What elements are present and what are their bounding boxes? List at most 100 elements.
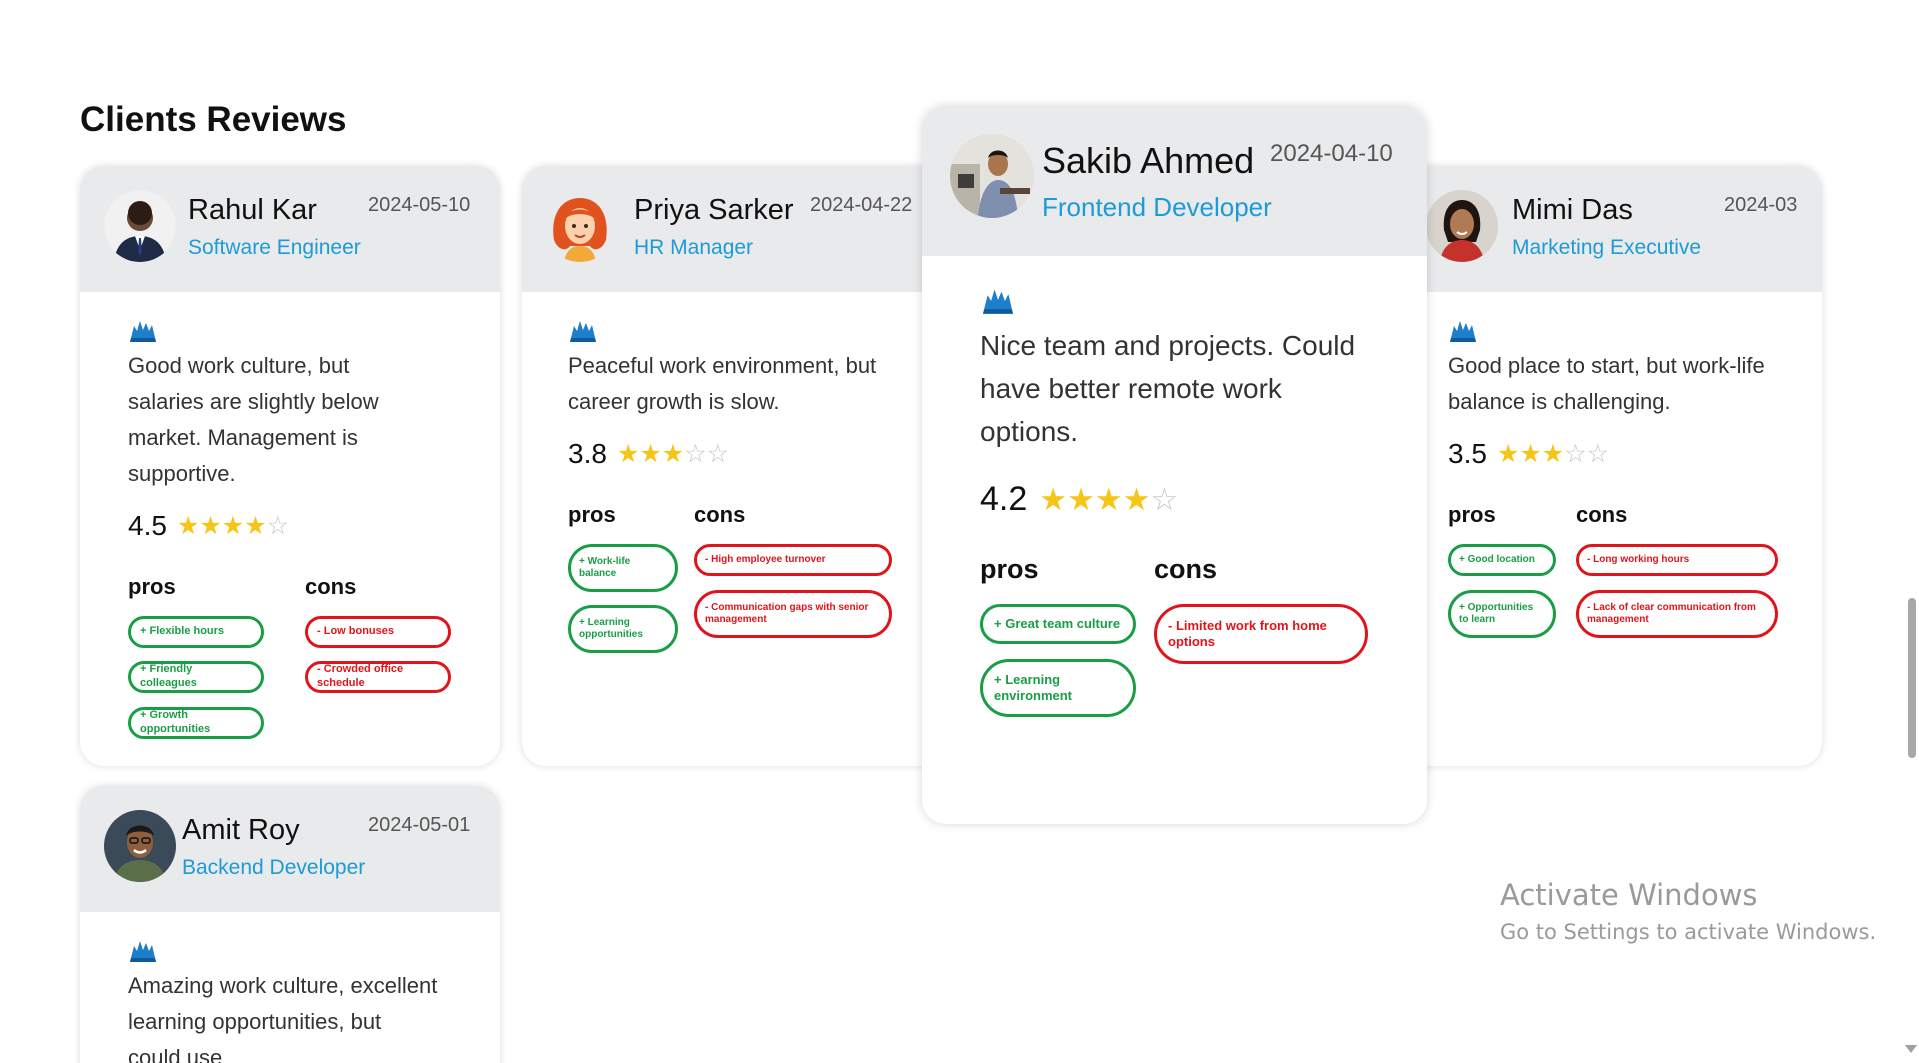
cons-label: cons <box>305 574 357 599</box>
pro-tag: + Opportunities to learn <box>1448 590 1556 638</box>
review-card-header: Mimi Das Marketing Executive 2024-03 <box>1402 166 1822 292</box>
review-card-header: Rahul Kar Software Engineer 2024-05-10 <box>80 166 500 292</box>
cons-label: cons <box>1154 554 1218 584</box>
star-filled-icon: ★ <box>176 511 200 540</box>
cons-label: cons <box>1576 502 1628 527</box>
star-empty-icon: ☆ <box>1150 482 1179 517</box>
rating-row: 3.5 ★ ★ ★ ☆ ☆ <box>1448 438 1609 470</box>
reviewer-name: Sakib Ahmed <box>1042 140 1255 181</box>
avatar <box>1426 190 1498 262</box>
star-filled-icon: ★ <box>244 511 267 540</box>
con-tag: - Lack of clear communication from manag… <box>1576 590 1778 638</box>
review-text: Peaceful work environment, but career gr… <box>568 353 877 414</box>
review-text: Amazing work culture, excellent learning… <box>128 973 438 1063</box>
rating-value: 3.5 <box>1448 438 1487 469</box>
section-title: Clients Reviews <box>80 100 347 139</box>
star-rating: ★ ★ ★ ☆ ☆ <box>616 439 730 468</box>
review-text: Nice team and projects. Could have bette… <box>980 330 1356 447</box>
review-date: 2024-05-10 <box>368 194 471 216</box>
pros-label: pros <box>1448 502 1496 527</box>
rating-row: 4.2 ★ ★ ★ ★ ☆ <box>980 480 1178 519</box>
reviewer-name: Rahul Kar <box>188 194 317 226</box>
review-date: 2024-03 <box>1724 194 1798 216</box>
avatar <box>544 190 616 262</box>
star-filled-icon: ★ <box>1067 482 1095 517</box>
pro-tag: + Good location <box>1448 544 1556 576</box>
quote-icon <box>568 318 598 344</box>
review-card: Rahul Kar Software Engineer 2024-05-10 G… <box>80 166 500 766</box>
avatar <box>104 190 176 262</box>
star-filled-icon: ★ <box>1519 439 1542 468</box>
review-card-header: Amit Roy Backend Developer 2024-05-01 <box>80 786 500 912</box>
activation-watermark-subtitle: Go to Settings to activate Windows. <box>1500 920 1877 944</box>
star-filled-icon: ★ <box>199 511 222 540</box>
pro-tag: + Growth opportunities <box>128 707 264 739</box>
quote-icon <box>1448 318 1478 344</box>
con-tag: - High employee turnover <box>694 544 892 576</box>
reviewer-role: Software Engineer <box>188 236 361 259</box>
con-tag: - Long working hours <box>1576 544 1778 576</box>
activation-watermark-title: Activate Windows <box>1500 878 1758 912</box>
scrollbar-thumb[interactable] <box>1908 598 1916 758</box>
star-empty-icon: ☆ <box>1586 439 1610 468</box>
pro-tag: + Flexible hours <box>128 616 264 648</box>
star-filled-icon: ★ <box>1094 482 1123 517</box>
con-tag: - Low bonuses <box>305 616 451 648</box>
rating-value: 4.5 <box>128 510 167 541</box>
star-filled-icon: ★ <box>1122 482 1151 517</box>
con-tag: - Communication gaps with senior managem… <box>694 590 892 638</box>
review-text: Good work culture, but salaries are slig… <box>128 353 379 486</box>
quote-icon <box>128 318 158 344</box>
reviewer-role: HR Manager <box>634 236 754 259</box>
review-card: Amit Roy Backend Developer 2024-05-01 Am… <box>80 786 500 1063</box>
star-empty-icon: ☆ <box>266 511 290 540</box>
review-date: 2024-05-01 <box>368 814 471 836</box>
star-empty-icon: ☆ <box>684 439 707 468</box>
star-empty-icon: ☆ <box>706 439 730 468</box>
pro-tag: + Great team culture <box>980 604 1136 644</box>
reviewer-name: Mimi Das <box>1512 194 1633 226</box>
rating-row: 4.5 ★ ★ ★ ★ ☆ <box>128 510 289 542</box>
scroll-down-arrow-icon[interactable] <box>1905 1045 1917 1053</box>
pros-label: pros <box>128 574 176 599</box>
star-filled-icon: ★ <box>639 439 662 468</box>
star-filled-icon: ★ <box>661 439 685 468</box>
rating-value: 3.8 <box>568 438 607 469</box>
star-rating: ★ ★ ★ ☆ ☆ <box>1496 439 1610 468</box>
review-date: 2024-04-22 <box>810 194 913 216</box>
review-date: 2024-04-10 <box>1270 140 1393 167</box>
avatar <box>104 810 176 882</box>
star-filled-icon: ★ <box>1496 439 1520 468</box>
review-card-header: Sakib Ahmed Frontend Developer 2024-04-1… <box>922 106 1427 256</box>
review-text: Good place to start, but work-life balan… <box>1448 353 1765 414</box>
star-filled-icon: ★ <box>616 439 640 468</box>
pro-tag: + Friendly colleagues <box>128 661 264 693</box>
reviewer-role: Frontend Developer <box>1042 192 1272 222</box>
star-rating: ★ ★ ★ ★ ☆ <box>176 511 290 540</box>
review-card: Mimi Das Marketing Executive 2024-03 Goo… <box>1402 166 1822 766</box>
avatar <box>950 134 1034 218</box>
reviewer-role: Marketing Executive <box>1512 236 1702 259</box>
star-filled-icon: ★ <box>221 511 245 540</box>
pros-label: pros <box>980 554 1039 584</box>
pro-tag: + Learning environment <box>980 659 1136 717</box>
quote-icon <box>128 938 158 964</box>
pro-tag: + Work-life balance <box>568 544 678 592</box>
pros-label: pros <box>568 502 616 527</box>
pro-tag: + Learning opportunities <box>568 605 678 653</box>
star-filled-icon: ★ <box>1541 439 1565 468</box>
star-rating: ★ ★ ★ ★ ☆ <box>1039 484 1178 515</box>
con-tag: - Limited work from home options <box>1154 604 1368 664</box>
quote-icon <box>980 286 1016 316</box>
reviewer-role: Backend Developer <box>182 856 366 879</box>
review-card: Priya Sarker HR Manager 2024-04-22 Peace… <box>522 166 942 766</box>
rating-row: 3.8 ★ ★ ★ ☆ ☆ <box>568 438 729 470</box>
scrollbar[interactable] <box>1905 0 1919 1063</box>
star-empty-icon: ☆ <box>1564 439 1587 468</box>
rating-value: 4.2 <box>980 480 1028 518</box>
cons-label: cons <box>694 502 746 527</box>
reviewer-name: Amit Roy <box>182 814 300 846</box>
reviewer-name: Priya Sarker <box>634 194 794 226</box>
review-card-featured: Sakib Ahmed Frontend Developer 2024-04-1… <box>922 106 1427 824</box>
star-filled-icon: ★ <box>1039 482 1068 517</box>
